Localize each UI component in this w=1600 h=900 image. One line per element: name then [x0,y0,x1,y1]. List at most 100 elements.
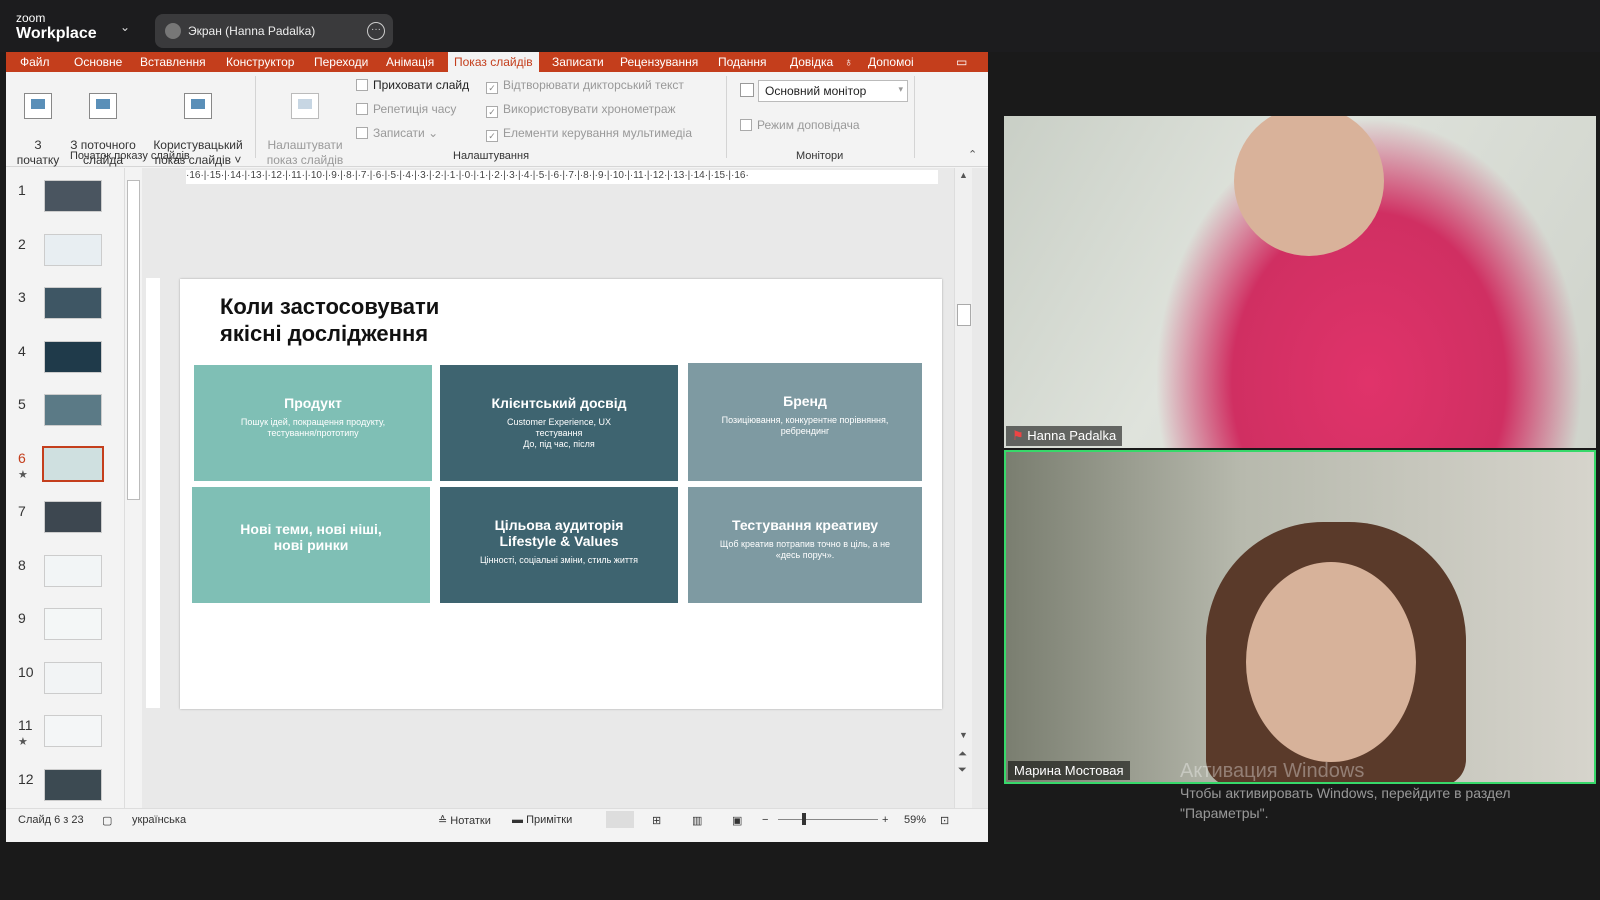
slide-title[interactable]: Коли застосовувати якісні дослідження [220,293,439,347]
tab-help[interactable]: Довідка [790,55,833,69]
language-indicator[interactable]: українська [132,814,186,826]
slide-card[interactable]: Цільова аудиторія Lifestyle & Values Цінн… [440,487,678,603]
thumbnail-number: 10 [18,663,34,680]
card-description: Цінності, соціальні зміни, стиль життя [480,555,638,565]
participant-name-tag: Марина Мостовая [1008,761,1130,780]
chevron-down-icon[interactable]: ⌄ [120,20,130,34]
slide-card[interactable]: Нові теми, нові ніші, нові ринки [192,487,430,603]
card-description: Customer Experience, UX тестування До, п… [506,417,612,449]
zoom-logo[interactable]: zoom Workplace [16,12,97,42]
media-controls-checkbox[interactable]: ✓ Елементи керування мультимедіа [486,126,692,142]
scrollbar-thumb[interactable] [127,180,140,500]
presenter-view-checkbox[interactable]: Режим доповідача [740,118,860,132]
slide-thumbnail[interactable] [42,445,104,482]
slide-card[interactable]: Продукт Пошук ідей, покращення продукту, … [194,365,432,481]
tab-animations[interactable]: Анімація [386,55,434,69]
checkbox-unchecked-icon [740,119,752,131]
slide-thumbnail[interactable] [44,608,102,640]
slide-thumbnail[interactable] [44,394,102,426]
participant-face [1246,562,1416,762]
avatar-icon [165,23,181,39]
editor-scrollbar[interactable]: ▲ ▼ ⏶ ⏷ [954,168,972,808]
slide-thumbnail[interactable] [44,554,102,587]
play-narration-label: Відтворювати дикторський текст [503,78,684,92]
slide-card[interactable]: Бренд Позиціювання, конкурентне порівнянн… [688,363,922,481]
prev-slide-icon[interactable]: ⏶ [958,748,967,761]
notes-label: Нотатки [450,815,491,827]
tab-transitions[interactable]: Переходи [314,55,368,69]
zoom-slider-handle[interactable] [802,813,806,825]
slide-thumbnail[interactable] [44,715,102,747]
play-narration-checkbox[interactable]: ✓ Відтворювати дикторський текст [486,78,684,94]
rehearse-timings-button[interactable]: Репетиція часу [356,102,456,116]
scroll-up-icon[interactable]: ▲ [959,170,968,180]
muted-mic-icon: ⚑ [1012,428,1024,443]
use-timings-checkbox[interactable]: ✓ Використовувати хронометраж [486,102,676,118]
ribbon-separator [255,76,256,158]
slide-card[interactable]: Клієнтський досвід Customer Experience, U… [440,365,678,481]
presenter-view-label: Режим доповідача [757,118,860,132]
reading-view-icon[interactable]: ▥ [692,814,702,827]
slide-card[interactable]: Тестування креативу Щоб креатив потрапив … [688,487,922,603]
slide-sorter-icon[interactable]: ⊞ [652,814,661,827]
screen-share-pill[interactable]: Экран (Hanna Padalka) ··· [155,14,393,48]
custom-show-icon [184,93,212,119]
normal-view-icon[interactable] [606,811,634,828]
zoom-in-icon[interactable]: + [882,814,888,826]
fit-slide-icon[interactable]: ⊡ [940,814,949,827]
screen-share-label: Экран (Hanna Padalka) [188,24,316,38]
current-slide[interactable]: Коли застосовувати якісні дослідження Пр… [180,279,942,709]
record-button[interactable]: Записати ⌄ [356,126,438,140]
lightbulb-icon[interactable]: ♁ [844,55,853,69]
animation-star-icon: ★ [18,736,28,748]
slide-thumbnail[interactable] [44,180,102,212]
more-options-icon[interactable]: ··· [367,22,385,40]
comments-icon[interactable]: ▭ [956,55,967,69]
tab-record[interactable]: Записати [552,55,604,69]
tab-view[interactable]: Подання [718,55,766,69]
monitor-select[interactable]: Основний монітор ▾ [758,80,908,102]
tab-file[interactable]: Файл [20,55,50,69]
participant-tile-maryna[interactable]: Марина Мостовая [1004,450,1596,784]
thumbnail-scrollbar[interactable] [124,168,141,808]
zoom-level[interactable]: 59% [904,814,926,826]
slide-thumbnail[interactable] [44,340,102,373]
tab-home[interactable]: Основне [74,55,122,69]
comments-button[interactable]: ▬ Примітки [512,814,572,826]
rehearse-label: Репетиція часу [373,102,457,116]
slide-editor: ·16·|·15·|·14·|·13·|·12·|·11·|·10·|·9·|·… [142,168,988,808]
next-slide-icon[interactable]: ⏷ [958,764,967,777]
slide-thumbnail[interactable] [44,501,102,533]
slide-thumbnail[interactable] [44,233,102,266]
notes-button[interactable]: ≙ Нотатки [438,814,491,827]
participant-tile-hanna[interactable]: ⚑ Hanna Padalka [1004,116,1596,448]
hide-slide-button[interactable]: Приховати слайд [356,78,469,92]
zoom-slider[interactable] [778,819,878,820]
from-start-button[interactable]: З початку [14,78,62,168]
slide-thumbnail[interactable] [44,287,102,319]
setup-show-icon [291,93,319,119]
accessibility-icon[interactable]: ▢ [102,814,112,827]
thumbnail-number: 2 [18,235,26,252]
zoom-out-icon[interactable]: − [762,814,768,826]
tab-assist[interactable]: Допомоі [868,55,914,69]
slide-thumbnail[interactable] [44,768,102,801]
slide-counter: Слайд 6 з 23 [18,814,84,826]
scroll-down-icon[interactable]: ▼ [959,730,968,740]
setup-show-button[interactable]: Налаштувати показ слайдів [258,78,352,168]
scrollbar-thumb[interactable] [957,304,971,326]
thumbnail-number: 5 [18,396,26,412]
card-title: Нові теми, нові ніші, нові ринки [240,521,382,553]
tab-design[interactable]: Конструктор [226,55,294,69]
tab-slide-show[interactable]: Показ слайдів [448,52,539,72]
ribbon: З початку З поточного слайда Користуваць… [6,72,988,167]
slideshow-current-icon [89,93,117,119]
slide-thumbnail[interactable] [44,661,102,694]
collapse-ribbon-icon[interactable]: ⌃ [968,148,977,161]
tab-insert[interactable]: Вставлення [140,55,206,69]
slideshow-view-icon[interactable]: ▣ [732,814,742,827]
tab-review[interactable]: Рецензування [620,55,698,69]
thumbnail-number: 12 [18,770,34,787]
status-bar: Слайд 6 з 23 ▢ українська ≙ Нотатки ▬ Пр… [6,808,988,830]
card-description: Щоб креатив потрапив точно в ціль, а не … [719,539,891,560]
